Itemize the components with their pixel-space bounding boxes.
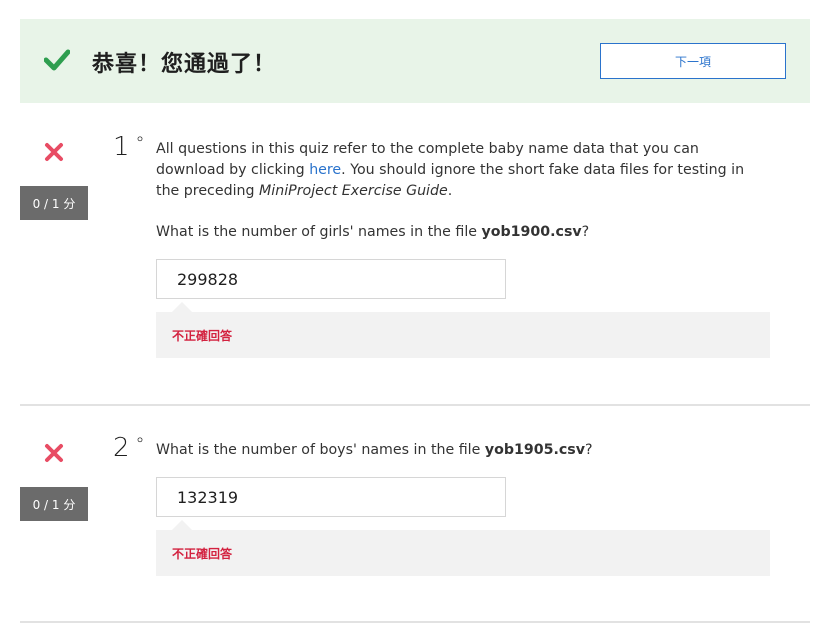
question-number: 1 °: [113, 132, 145, 162]
guide-title: MiniProject Exercise Guide: [259, 183, 448, 199]
question-intro-text-3: .: [447, 183, 453, 199]
answer-field[interactable]: 132319: [156, 477, 506, 517]
success-message: 恭喜！您通過了！: [92, 52, 277, 77]
question-number-dot: °: [135, 434, 145, 455]
question-prompt-text: What is the number of girls' names in th…: [156, 224, 482, 240]
check-icon: [44, 49, 70, 71]
score-badge: 0 / 1 分: [20, 186, 88, 220]
question-divider: [20, 404, 810, 406]
question-prompt-suffix: ?: [585, 442, 593, 458]
incorrect-feedback: 不正確回答: [156, 520, 770, 576]
score-badge: 0 / 1 分: [20, 487, 88, 521]
question-number-value: 1: [113, 132, 130, 162]
question-number-dot: °: [135, 133, 145, 154]
data-download-link[interactable]: here: [309, 162, 341, 178]
question-prompt: What is the number of girls' names in th…: [156, 222, 756, 243]
question-prompt: What is the number of boys' names in the…: [156, 440, 756, 461]
next-item-button[interactable]: 下一項: [600, 43, 786, 79]
question-number: 2 °: [113, 433, 145, 463]
question-prompt-text: What is the number of boys' names in the…: [156, 442, 485, 458]
incorrect-x-icon: [45, 444, 63, 462]
incorrect-feedback: 不正確回答: [156, 302, 770, 358]
question-prompt-suffix: ?: [581, 224, 590, 240]
question-file-name: yob1905.csv: [484, 442, 586, 458]
question-number-value: 2: [113, 433, 130, 463]
success-banner: 恭喜！您通過了！ 下一項: [20, 19, 810, 103]
question-divider: [20, 621, 810, 623]
answer-field[interactable]: 299828: [156, 259, 506, 299]
incorrect-x-icon: [45, 143, 63, 161]
question-intro: All questions in this quiz refer to the …: [156, 139, 756, 202]
question-file-name: yob1900.csv: [481, 224, 582, 240]
